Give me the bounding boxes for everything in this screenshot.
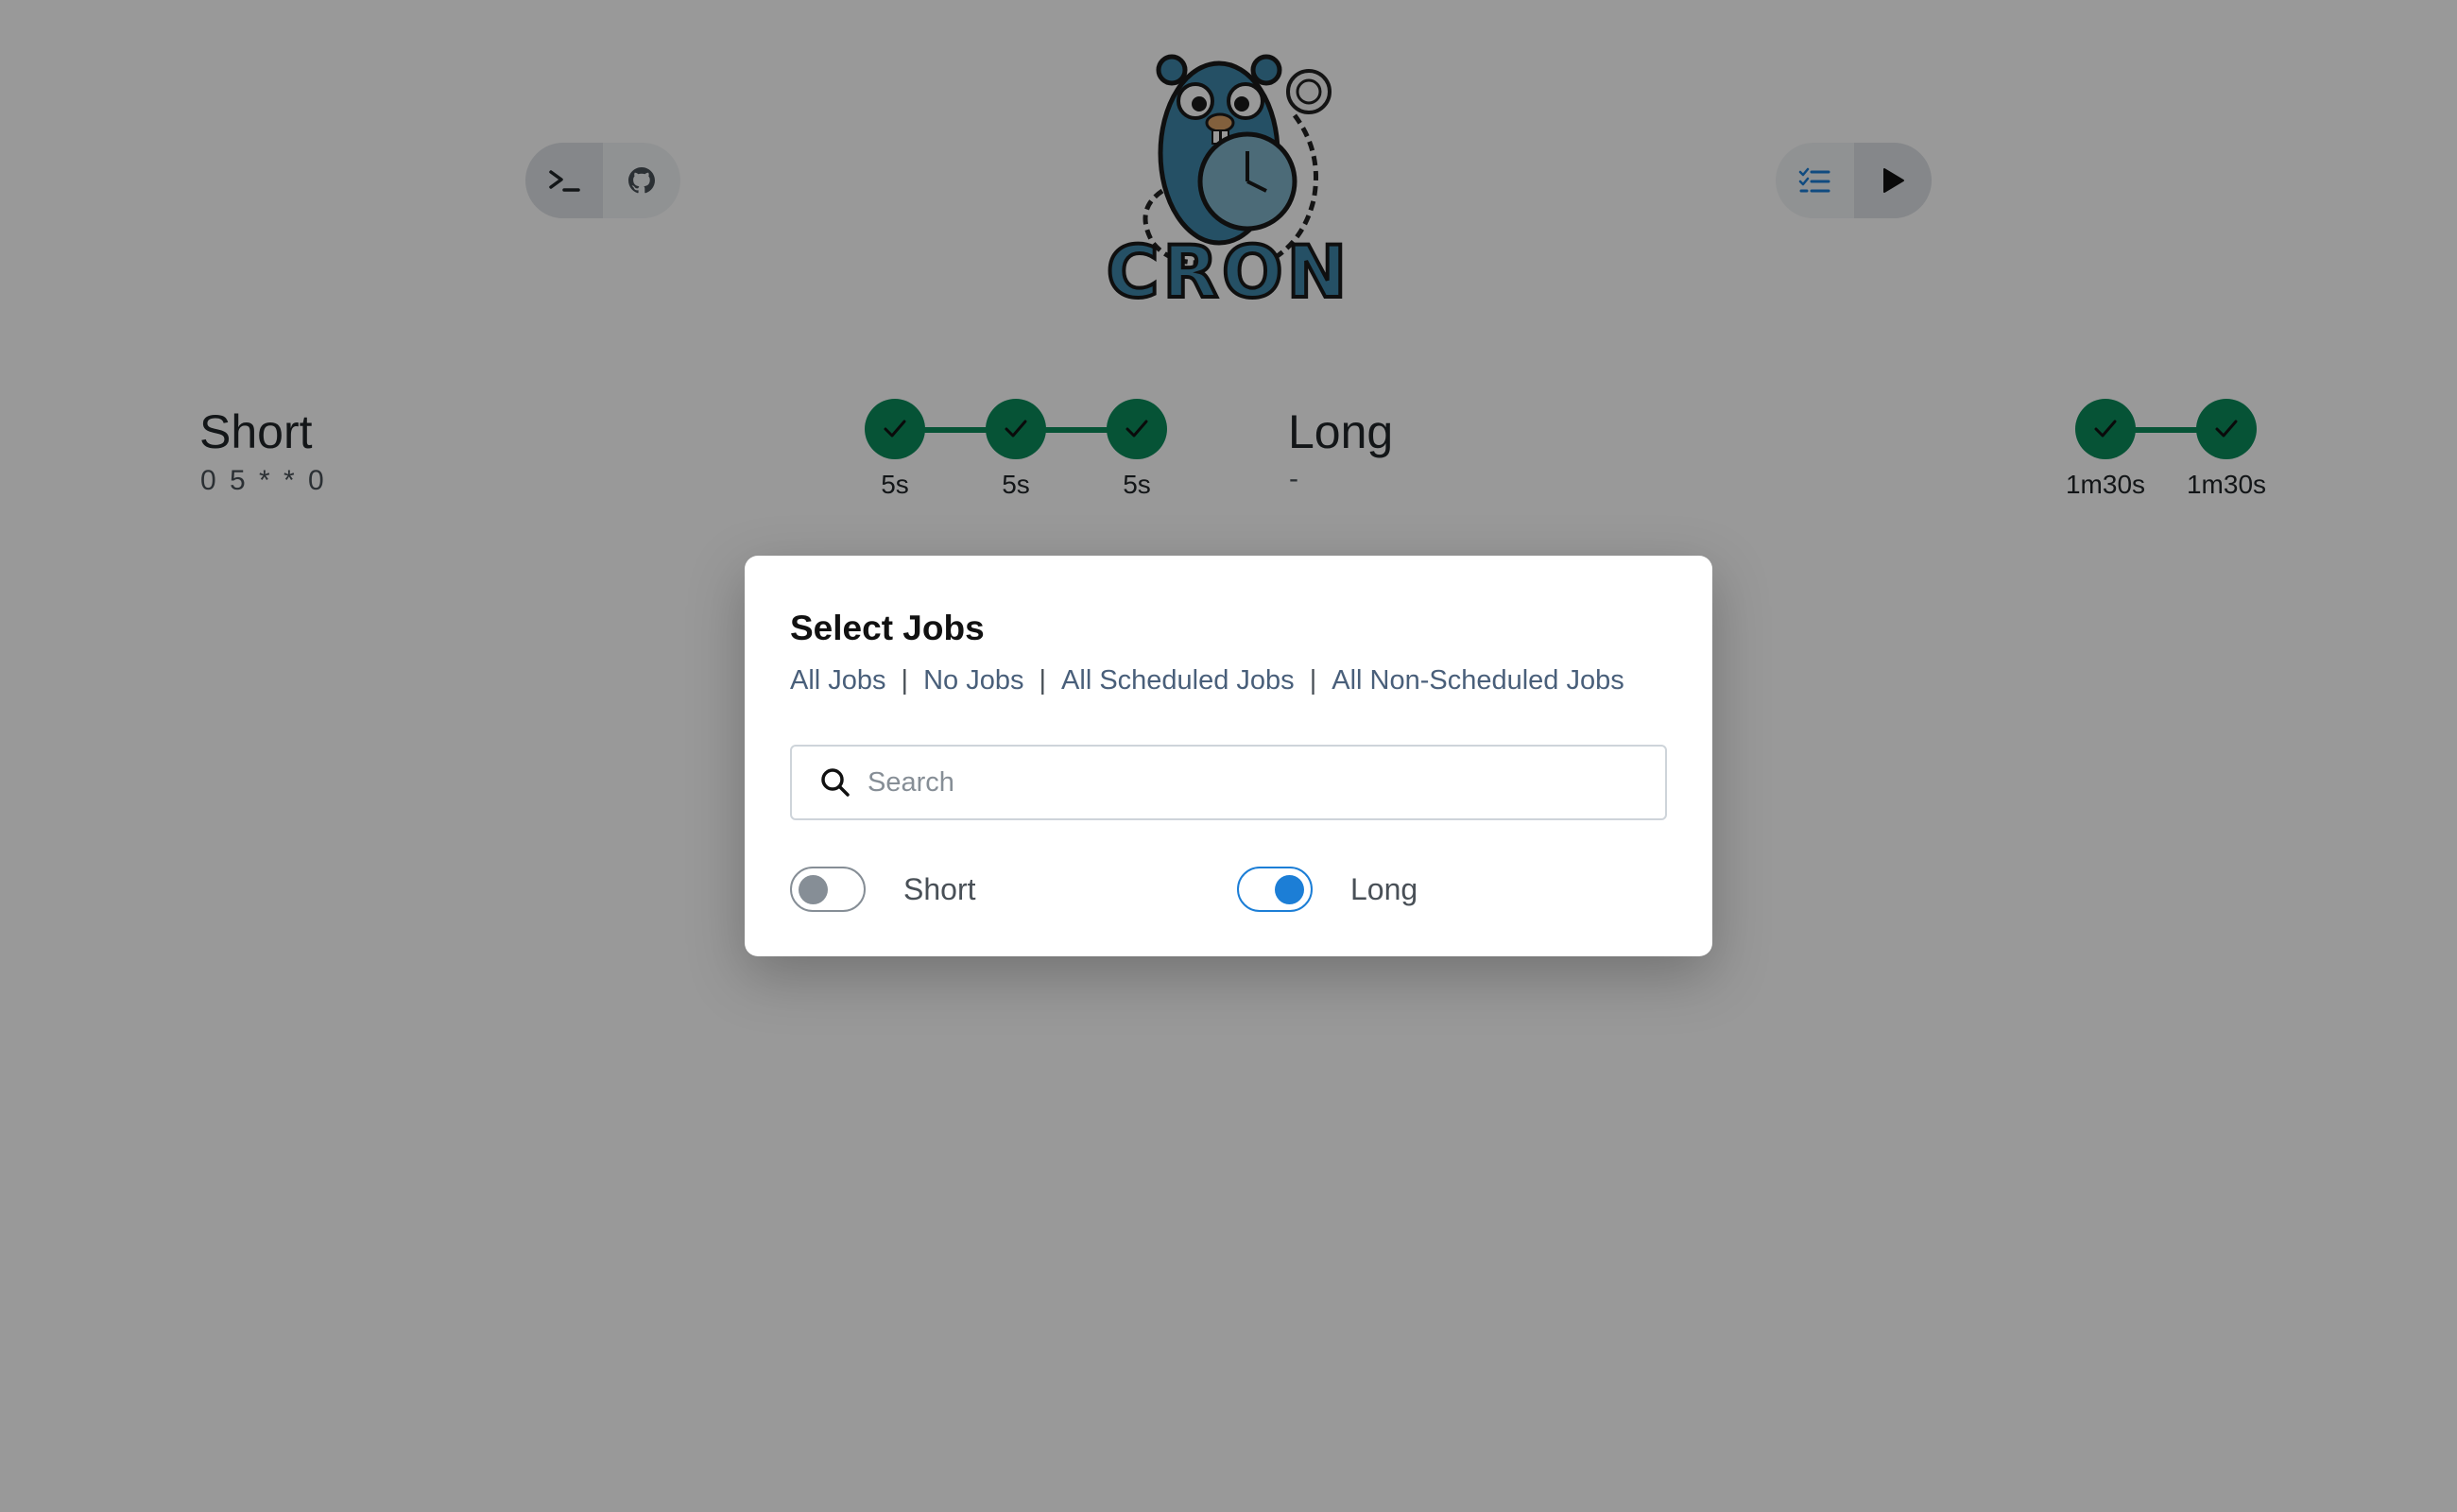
modal-title: Select Jobs: [790, 609, 985, 647]
no-jobs-link[interactable]: No Jobs: [923, 665, 1023, 696]
toggle-label-long: Long: [1350, 871, 1418, 906]
job-toggle-long: Long: [1237, 866, 1418, 913]
link-separator: |: [1309, 665, 1317, 696]
toggle-knob: [799, 875, 828, 904]
toggle-switch-short[interactable]: [790, 867, 866, 912]
search-icon: [821, 768, 850, 797]
all-non-scheduled-jobs-link[interactable]: All Non-Scheduled Jobs: [1332, 665, 1624, 696]
search-field[interactable]: [790, 745, 1667, 820]
toggle-knob: [1275, 875, 1304, 904]
toggle-label-short: Short: [903, 871, 976, 906]
toggle-switch-long[interactable]: [1237, 867, 1313, 912]
all-jobs-link[interactable]: All Jobs: [790, 665, 886, 696]
link-separator: |: [901, 665, 909, 696]
search-input[interactable]: [868, 766, 1665, 799]
select-jobs-modal: Select Jobs All Jobs | No Jobs | All Sch…: [745, 556, 1712, 956]
quick-select-links: All Jobs | No Jobs | All Scheduled Jobs …: [790, 665, 1624, 696]
link-separator: |: [1039, 665, 1047, 696]
job-toggle-short: Short: [790, 866, 975, 913]
all-scheduled-jobs-link[interactable]: All Scheduled Jobs: [1061, 665, 1295, 696]
